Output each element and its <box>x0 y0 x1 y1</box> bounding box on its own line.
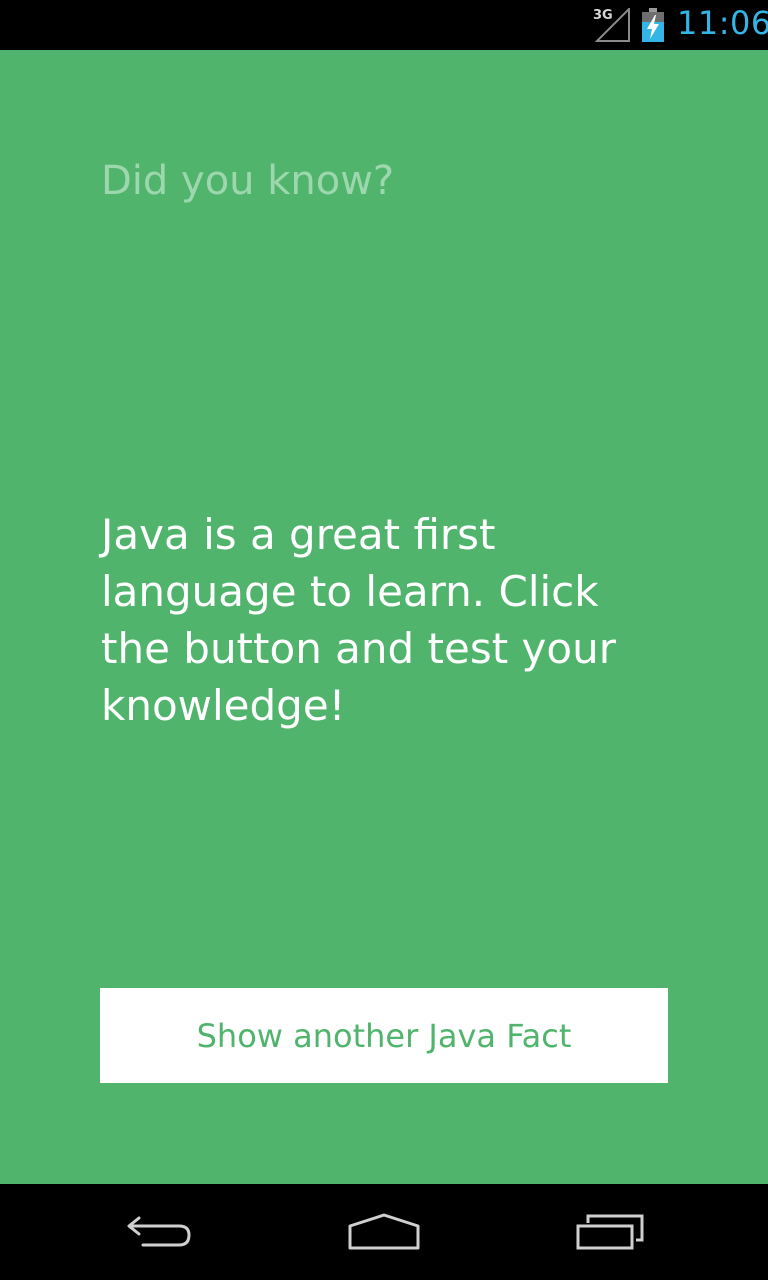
battery-charging-icon <box>642 8 664 42</box>
status-clock: 11:06 <box>677 4 768 42</box>
home-button[interactable] <box>304 1184 464 1280</box>
recent-apps-button[interactable] <box>530 1184 690 1280</box>
navigation-bar <box>0 1184 768 1280</box>
page-title: Did you know? <box>101 158 395 204</box>
back-button[interactable] <box>80 1184 240 1280</box>
app-screen: 3G 11:06 Did you know? Java is a great f… <box>0 0 768 1280</box>
fact-text: Java is a great first language to learn.… <box>101 510 616 730</box>
status-bar: 3G 11:06 <box>0 0 768 50</box>
recent-apps-icon <box>576 1214 644 1250</box>
show-fact-button[interactable]: Show another Java Fact <box>100 988 668 1083</box>
signal-strength-icon <box>594 8 630 42</box>
home-icon <box>348 1213 420 1250</box>
back-icon <box>127 1216 191 1247</box>
